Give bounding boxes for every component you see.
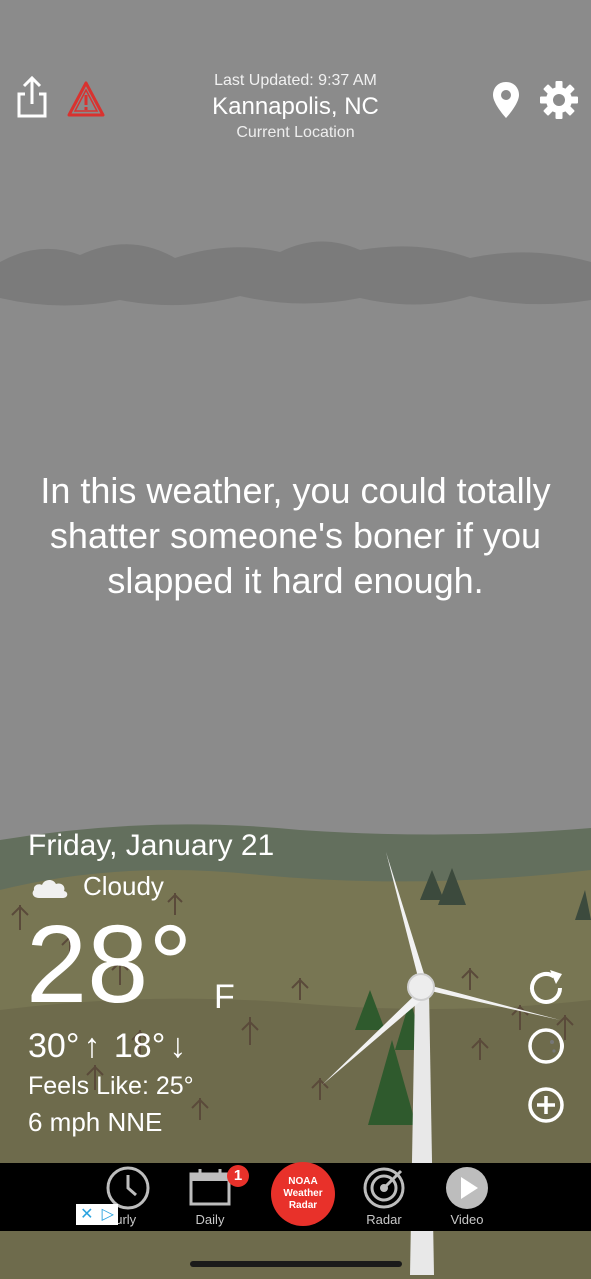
wind-text: 6 mph NNE (28, 1107, 163, 1137)
calendar-icon (189, 1169, 231, 1206)
tab-noaa-radar[interactable]: NOAA Weather Radar (270, 1162, 336, 1231)
noaa-line-3: Radar (288, 1200, 318, 1211)
tab-radar[interactable]: Radar (348, 1163, 420, 1231)
tab-radar-label: Radar (366, 1212, 402, 1227)
arrow-down-icon: ↓ (169, 1027, 187, 1065)
tab-video[interactable]: Video (430, 1163, 504, 1231)
add-button[interactable] (526, 1085, 566, 1125)
temperature-unit[interactable]: F (214, 978, 235, 1017)
settings-button[interactable] (539, 80, 579, 120)
location-pin-icon (493, 82, 519, 118)
alert-button[interactable] (66, 80, 106, 118)
radar-icon (363, 1167, 405, 1209)
refresh-icon (530, 970, 562, 1004)
current-location-label: Current Location (236, 124, 355, 141)
daily-badge: 1 (227, 1165, 249, 1187)
arrow-up-icon: ↑ (83, 1027, 101, 1065)
tab-daily-label: Daily (195, 1212, 225, 1227)
ad-close-icon[interactable]: ✕ (80, 1205, 93, 1225)
add-icon (528, 1087, 564, 1123)
date-label: Friday, January 21 (28, 829, 275, 862)
high-low-temps: 30° ↑ 18° ↓ (28, 1027, 186, 1066)
moon-button[interactable] (526, 1026, 566, 1066)
ad-choices[interactable]: ✕ ▷ (76, 1204, 118, 1225)
home-indicator[interactable] (190, 1261, 402, 1267)
share-button[interactable] (14, 74, 50, 120)
noaa-badge: NOAA Weather Radar (271, 1162, 335, 1226)
refresh-button[interactable] (526, 968, 566, 1008)
high-temp: 30° (28, 1027, 80, 1065)
tab-daily[interactable]: 1 Daily (172, 1163, 249, 1231)
tab-video-label: Video (450, 1212, 484, 1227)
gear-icon (540, 81, 578, 119)
moon-icon (528, 1028, 564, 1064)
location-button[interactable] (491, 80, 521, 120)
condition-text: Cloudy (83, 871, 164, 901)
feels-like-text: Feels Like: 25° (28, 1072, 194, 1100)
last-updated-text: Last Updated: 9:37 AM (214, 72, 377, 89)
noaa-line-2: Weather (283, 1188, 323, 1199)
alert-icon (67, 81, 105, 117)
cloud-icon (30, 873, 70, 901)
weather-message: In this weather, you could totally shatt… (40, 470, 551, 601)
city-name[interactable]: Kannapolis, NC (150, 93, 441, 121)
play-icon (446, 1167, 488, 1209)
noaa-line-1: NOAA (288, 1176, 318, 1187)
temperature-value: 28° (26, 903, 193, 1026)
ad-play-icon[interactable]: ▷ (102, 1205, 114, 1225)
share-icon (17, 75, 47, 118)
low-temp: 18° (113, 1027, 166, 1065)
